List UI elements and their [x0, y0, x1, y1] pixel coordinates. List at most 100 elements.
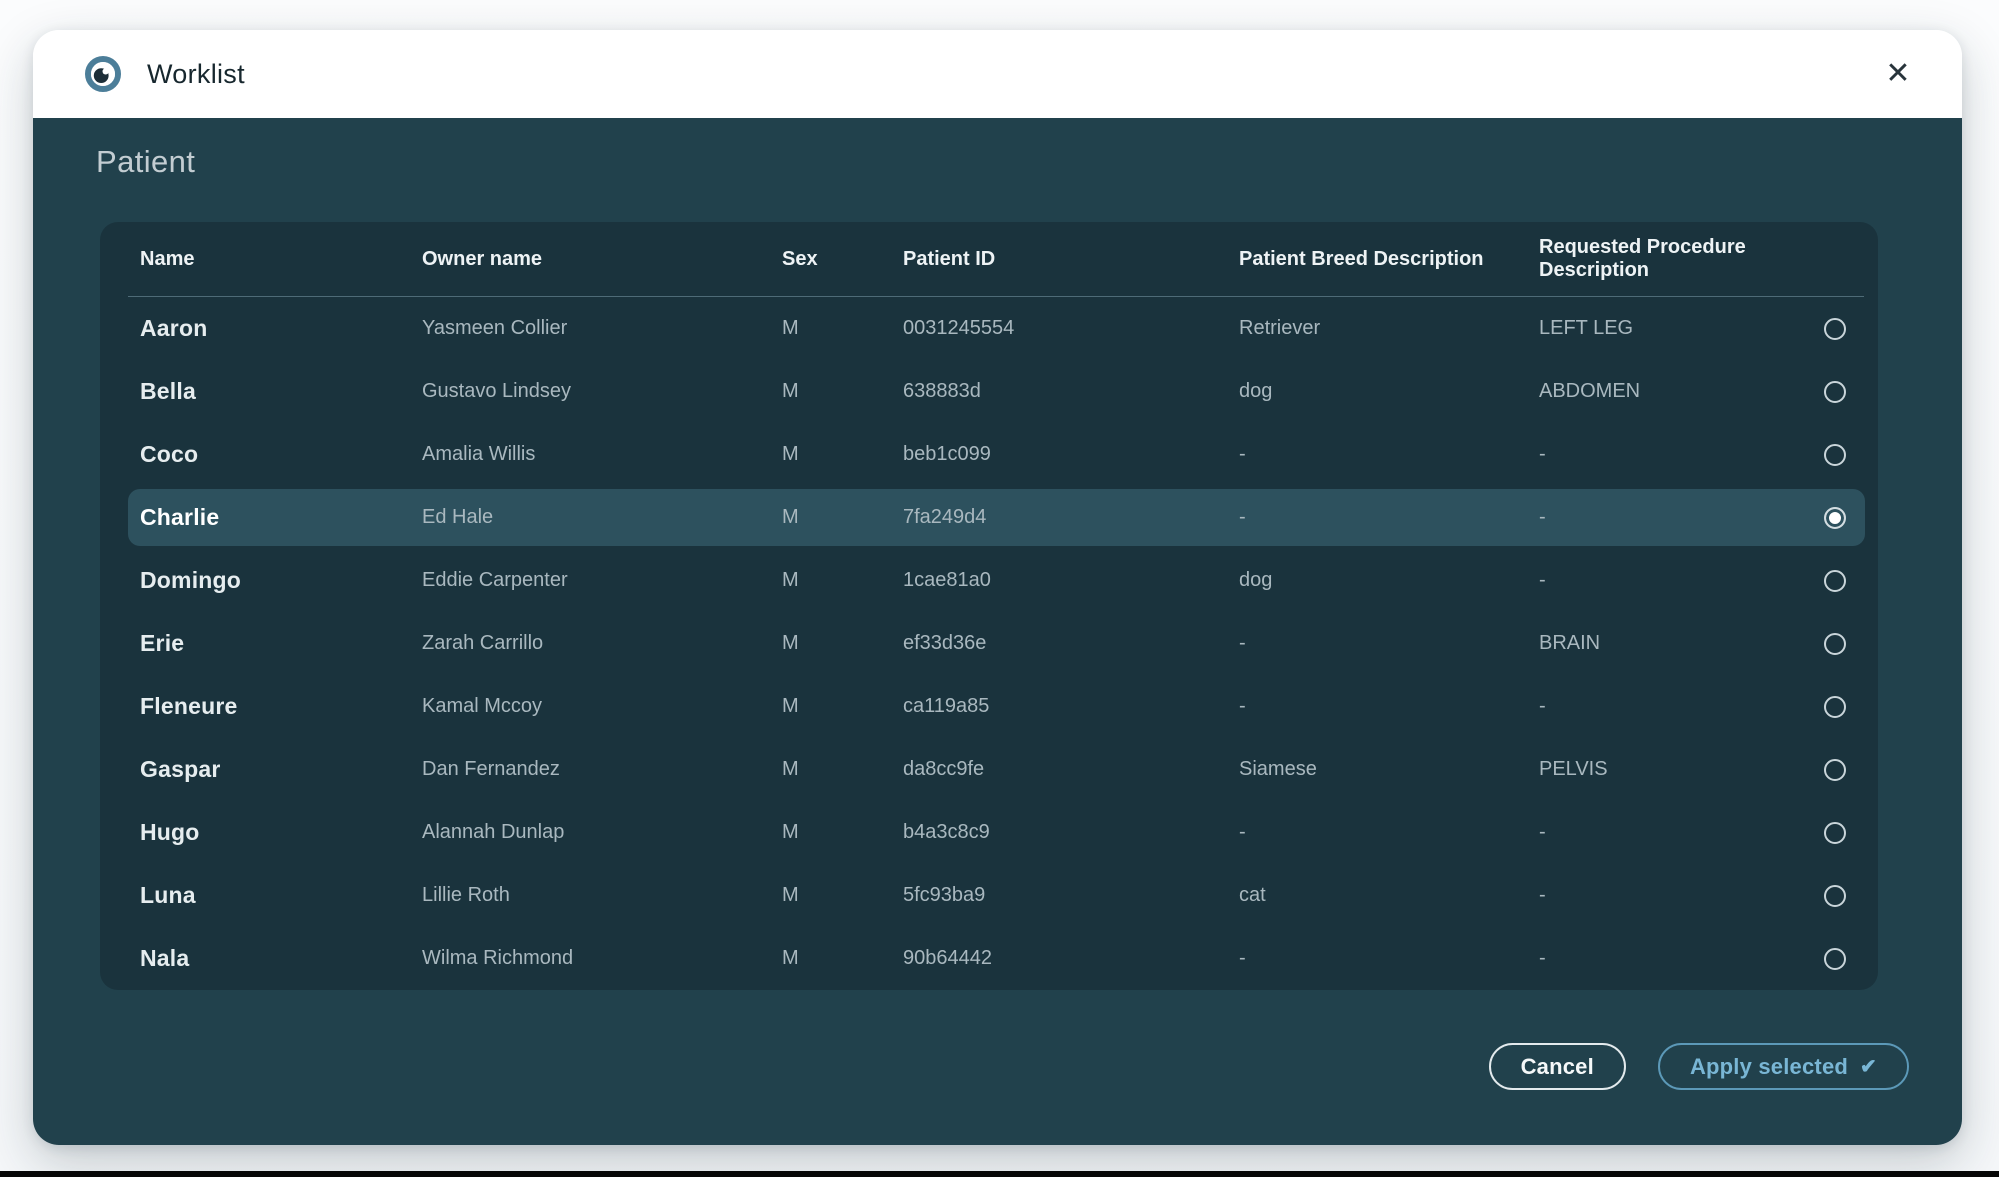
cell-breed-description: Siamese [1239, 758, 1539, 781]
cell-patient-id: 638883d [903, 380, 1239, 403]
cell-owner-name: Zarah Carrillo [422, 632, 782, 655]
cell-sex: M [782, 821, 903, 844]
cell-patient-id: b4a3c8c9 [903, 821, 1239, 844]
cell-owner-name: Kamal Mccoy [422, 695, 782, 718]
cell-sex: M [782, 884, 903, 907]
table-row[interactable]: Domingo Eddie Carpenter M 1cae81a0 dog - [100, 549, 1878, 612]
cell-owner-name: Gustavo Lindsey [422, 380, 782, 403]
cell-patient-id: 90b64442 [903, 947, 1239, 970]
cell-patient-name: Fleneure [140, 693, 422, 720]
cell-breed-description: - [1239, 821, 1539, 844]
cell-patient-name: Erie [140, 630, 422, 657]
table-row[interactable]: Coco Amalia Willis M beb1c099 - - [100, 423, 1878, 486]
apply-selected-label: Apply selected [1690, 1054, 1848, 1080]
cell-sex: M [782, 317, 903, 340]
cell-sex: M [782, 695, 903, 718]
dialog-body: Patient Name Owner name Sex Patient ID P… [33, 118, 1962, 1145]
cell-owner-name: Wilma Richmond [422, 947, 782, 970]
table-row[interactable]: Hugo Alannah Dunlap M b4a3c8c9 - - [100, 801, 1878, 864]
table-row[interactable]: Nala Wilma Richmond M 90b64442 - - [100, 927, 1878, 990]
cell-patient-name: Nala [140, 945, 422, 972]
cell-breed-description: - [1239, 695, 1539, 718]
row-radio-button[interactable] [1824, 381, 1846, 403]
row-radio-button[interactable] [1824, 948, 1846, 970]
row-radio-button[interactable] [1824, 507, 1846, 529]
row-radio-button[interactable] [1824, 633, 1846, 655]
cell-patient-name: Hugo [140, 819, 422, 846]
close-icon[interactable]: ✕ [1878, 54, 1918, 94]
cell-patient-name: Charlie [140, 504, 422, 531]
column-header-sex: Sex [782, 248, 903, 271]
cell-patient-name: Gaspar [140, 756, 422, 783]
cell-procedure-description: - [1539, 821, 1779, 844]
column-header-breed-description: Patient Breed Description [1239, 248, 1539, 271]
cell-patient-id: ef33d36e [903, 632, 1239, 655]
row-radio-button[interactable] [1824, 570, 1846, 592]
cell-procedure-description: - [1539, 443, 1779, 466]
worklist-dialog: Worklist ✕ Patient Name Owner name Sex P… [33, 30, 1962, 1145]
cell-breed-description: - [1239, 506, 1539, 529]
row-radio-button[interactable] [1824, 318, 1846, 340]
cell-patient-id: 7fa249d4 [903, 506, 1239, 529]
cell-owner-name: Dan Fernandez [422, 758, 782, 781]
column-header-patient-id: Patient ID [903, 248, 1239, 271]
cell-patient-id: da8cc9fe [903, 758, 1239, 781]
app-logo-eye-icon [85, 56, 121, 92]
cell-sex: M [782, 380, 903, 403]
cell-sex: M [782, 443, 903, 466]
row-radio-button[interactable] [1824, 696, 1846, 718]
cell-breed-description: - [1239, 632, 1539, 655]
row-radio-button[interactable] [1824, 885, 1846, 907]
cell-owner-name: Ed Hale [422, 506, 782, 529]
cell-owner-name: Eddie Carpenter [422, 569, 782, 592]
cell-owner-name: Alannah Dunlap [422, 821, 782, 844]
cell-sex: M [782, 758, 903, 781]
patient-table-panel: Name Owner name Sex Patient ID Patient B… [100, 222, 1878, 990]
cancel-button[interactable]: Cancel [1489, 1043, 1626, 1090]
cell-breed-description: cat [1239, 884, 1539, 907]
cell-breed-description: dog [1239, 569, 1539, 592]
dialog-header: Worklist ✕ [33, 30, 1962, 118]
cell-patient-name: Coco [140, 441, 422, 468]
cell-patient-name: Domingo [140, 567, 422, 594]
column-header-procedure-description: Requested Procedure Description [1539, 236, 1779, 282]
cell-patient-id: 1cae81a0 [903, 569, 1239, 592]
cell-patient-name: Bella [140, 378, 422, 405]
cell-procedure-description: - [1539, 947, 1779, 970]
cell-procedure-description: - [1539, 506, 1779, 529]
table-body: Aaron Yasmeen Collier M 0031245554 Retri… [100, 297, 1878, 990]
table-row[interactable]: Bella Gustavo Lindsey M 638883d dog ABDO… [100, 360, 1878, 423]
table-row[interactable]: Erie Zarah Carrillo M ef33d36e - BRAIN [100, 612, 1878, 675]
cell-breed-description: dog [1239, 380, 1539, 403]
cell-procedure-description: - [1539, 695, 1779, 718]
cell-patient-id: beb1c099 [903, 443, 1239, 466]
cell-patient-name: Aaron [140, 315, 422, 342]
cell-owner-name: Yasmeen Collier [422, 317, 782, 340]
dialog-title: Worklist [147, 59, 245, 90]
cell-owner-name: Amalia Willis [422, 443, 782, 466]
cell-procedure-description: ABDOMEN [1539, 380, 1779, 403]
table-row[interactable]: Aaron Yasmeen Collier M 0031245554 Retri… [100, 297, 1878, 360]
cell-breed-description: - [1239, 947, 1539, 970]
column-header-owner-name: Owner name [422, 248, 782, 271]
apply-selected-button[interactable]: Apply selected ✔ [1658, 1043, 1909, 1090]
cell-breed-description: Retriever [1239, 317, 1539, 340]
table-row[interactable]: Gaspar Dan Fernandez M da8cc9fe Siamese … [100, 738, 1878, 801]
dialog-footer: Cancel Apply selected ✔ [1489, 1043, 1909, 1090]
screen-bottom-edge [0, 1171, 1999, 1177]
cell-procedure-description: - [1539, 884, 1779, 907]
row-radio-button[interactable] [1824, 759, 1846, 781]
row-radio-button[interactable] [1824, 822, 1846, 844]
table-row[interactable]: Luna Lillie Roth M 5fc93ba9 cat - [100, 864, 1878, 927]
cell-sex: M [782, 632, 903, 655]
cell-sex: M [782, 947, 903, 970]
row-radio-button[interactable] [1824, 444, 1846, 466]
cell-patient-id: 0031245554 [903, 317, 1239, 340]
table-row[interactable]: Charlie Ed Hale M 7fa249d4 - - [100, 486, 1878, 549]
table-row[interactable]: Fleneure Kamal Mccoy M ca119a85 - - [100, 675, 1878, 738]
check-icon: ✔ [1860, 1054, 1877, 1079]
cell-procedure-description: - [1539, 569, 1779, 592]
table-header-row: Name Owner name Sex Patient ID Patient B… [100, 222, 1878, 296]
cell-sex: M [782, 506, 903, 529]
cell-patient-id: 5fc93ba9 [903, 884, 1239, 907]
